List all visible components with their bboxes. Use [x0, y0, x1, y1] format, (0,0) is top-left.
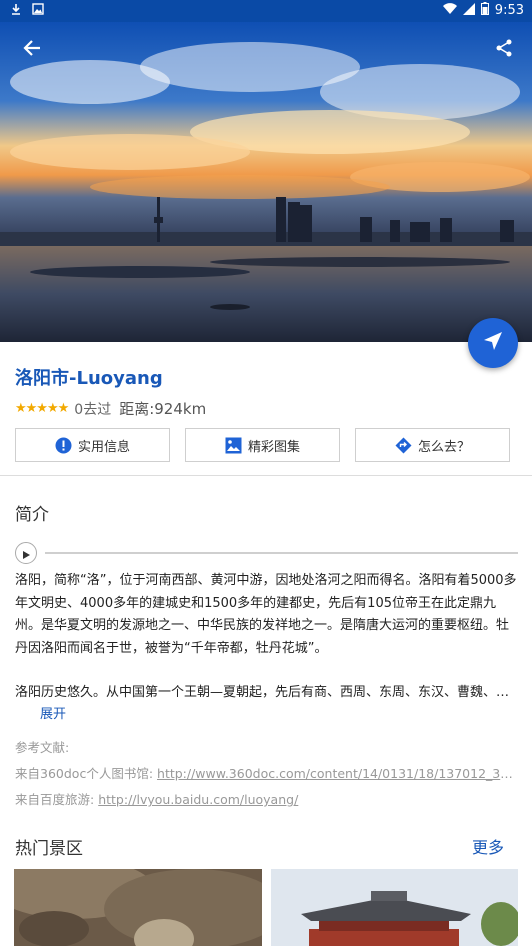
intro-heading: 简介	[15, 505, 49, 525]
status-bar: 9:53	[0, 0, 532, 22]
signal-icon	[462, 2, 475, 19]
hot-spot-thumbnail[interactable]	[14, 869, 262, 946]
rating-row: ★★★★★ 0去过 距离:924km	[15, 398, 206, 419]
temple-photo	[271, 869, 518, 946]
references-label: 参考文献:	[15, 740, 70, 755]
download-icon	[10, 3, 22, 15]
reference-item: 来自百度旅游: http://lvyou.baidu.com/luoyang/	[15, 787, 518, 813]
gallery-button[interactable]: 精彩图集	[185, 428, 340, 462]
hot-spots-heading: 热门景区	[15, 839, 83, 859]
play-button[interactable]	[15, 542, 37, 564]
star-rating: ★★★★★	[15, 401, 69, 416]
share-icon[interactable]	[494, 38, 514, 63]
back-arrow-icon[interactable]	[22, 38, 42, 64]
divider	[0, 475, 532, 476]
gallery-icon	[225, 437, 242, 454]
intro-paragraph-2: 洛阳历史悠久。从中国第一个王朝—夏朝起，先后有商、西周、东周、东汉、曹魏、西晋、…	[15, 685, 518, 700]
expand-link[interactable]: 展开	[40, 703, 66, 722]
directions-label: 怎么去？	[417, 439, 470, 455]
hot-spot-thumbnail[interactable]	[271, 869, 518, 946]
reference-source: 来自360doc个人图书馆:	[15, 766, 154, 781]
practical-info-button[interactable]: 实用信息	[15, 428, 170, 462]
intro-paragraph-1: 洛阳，简称“洛”，位于河南西部、黄河中游，因地处洛河之阳而得名。洛阳有着5000…	[15, 573, 517, 656]
action-buttons: 实用信息 精彩图集 怎么去？	[15, 428, 510, 462]
references: 参考文献: 来自360doc个人图书馆: http://www.360doc.c…	[15, 735, 518, 813]
navigate-fab-button[interactable]	[468, 318, 518, 368]
play-icon	[22, 544, 30, 563]
grotto-photo	[14, 869, 262, 946]
city-skyline-photo	[0, 22, 532, 342]
navigate-icon	[482, 330, 504, 356]
image-icon	[32, 3, 44, 15]
audio-progress-track[interactable]	[45, 552, 518, 554]
more-link[interactable]: 更多	[472, 834, 504, 858]
status-time: 9:53	[494, 3, 524, 18]
info-icon	[55, 437, 72, 454]
visited-count: 0去过	[74, 401, 112, 418]
intro-text: 洛阳，简称“洛”，位于河南西部、黄河中游，因地处洛河之阳而得名。洛阳有着5000…	[15, 570, 518, 705]
directions-button[interactable]: 怎么去？	[355, 428, 510, 462]
practical-info-label: 实用信息	[77, 439, 130, 455]
place-title: 洛阳市-Luoyang	[15, 368, 163, 389]
wifi-icon	[442, 2, 457, 19]
distance-label: 距离:924km	[119, 400, 207, 418]
reference-item: 来自360doc个人图书馆: http://www.360doc.com/con…	[15, 761, 518, 787]
reference-link[interactable]: http://www.360doc.com/content/14/0131/18…	[157, 766, 518, 781]
reference-source: 来自百度旅游:	[15, 792, 95, 807]
battery-icon	[480, 2, 489, 19]
directions-icon	[395, 437, 412, 454]
gallery-label: 精彩图集	[247, 439, 300, 455]
audio-player	[15, 542, 518, 564]
hero-image	[0, 22, 532, 342]
reference-link[interactable]: http://lvyou.baidu.com/luoyang/	[98, 792, 298, 807]
